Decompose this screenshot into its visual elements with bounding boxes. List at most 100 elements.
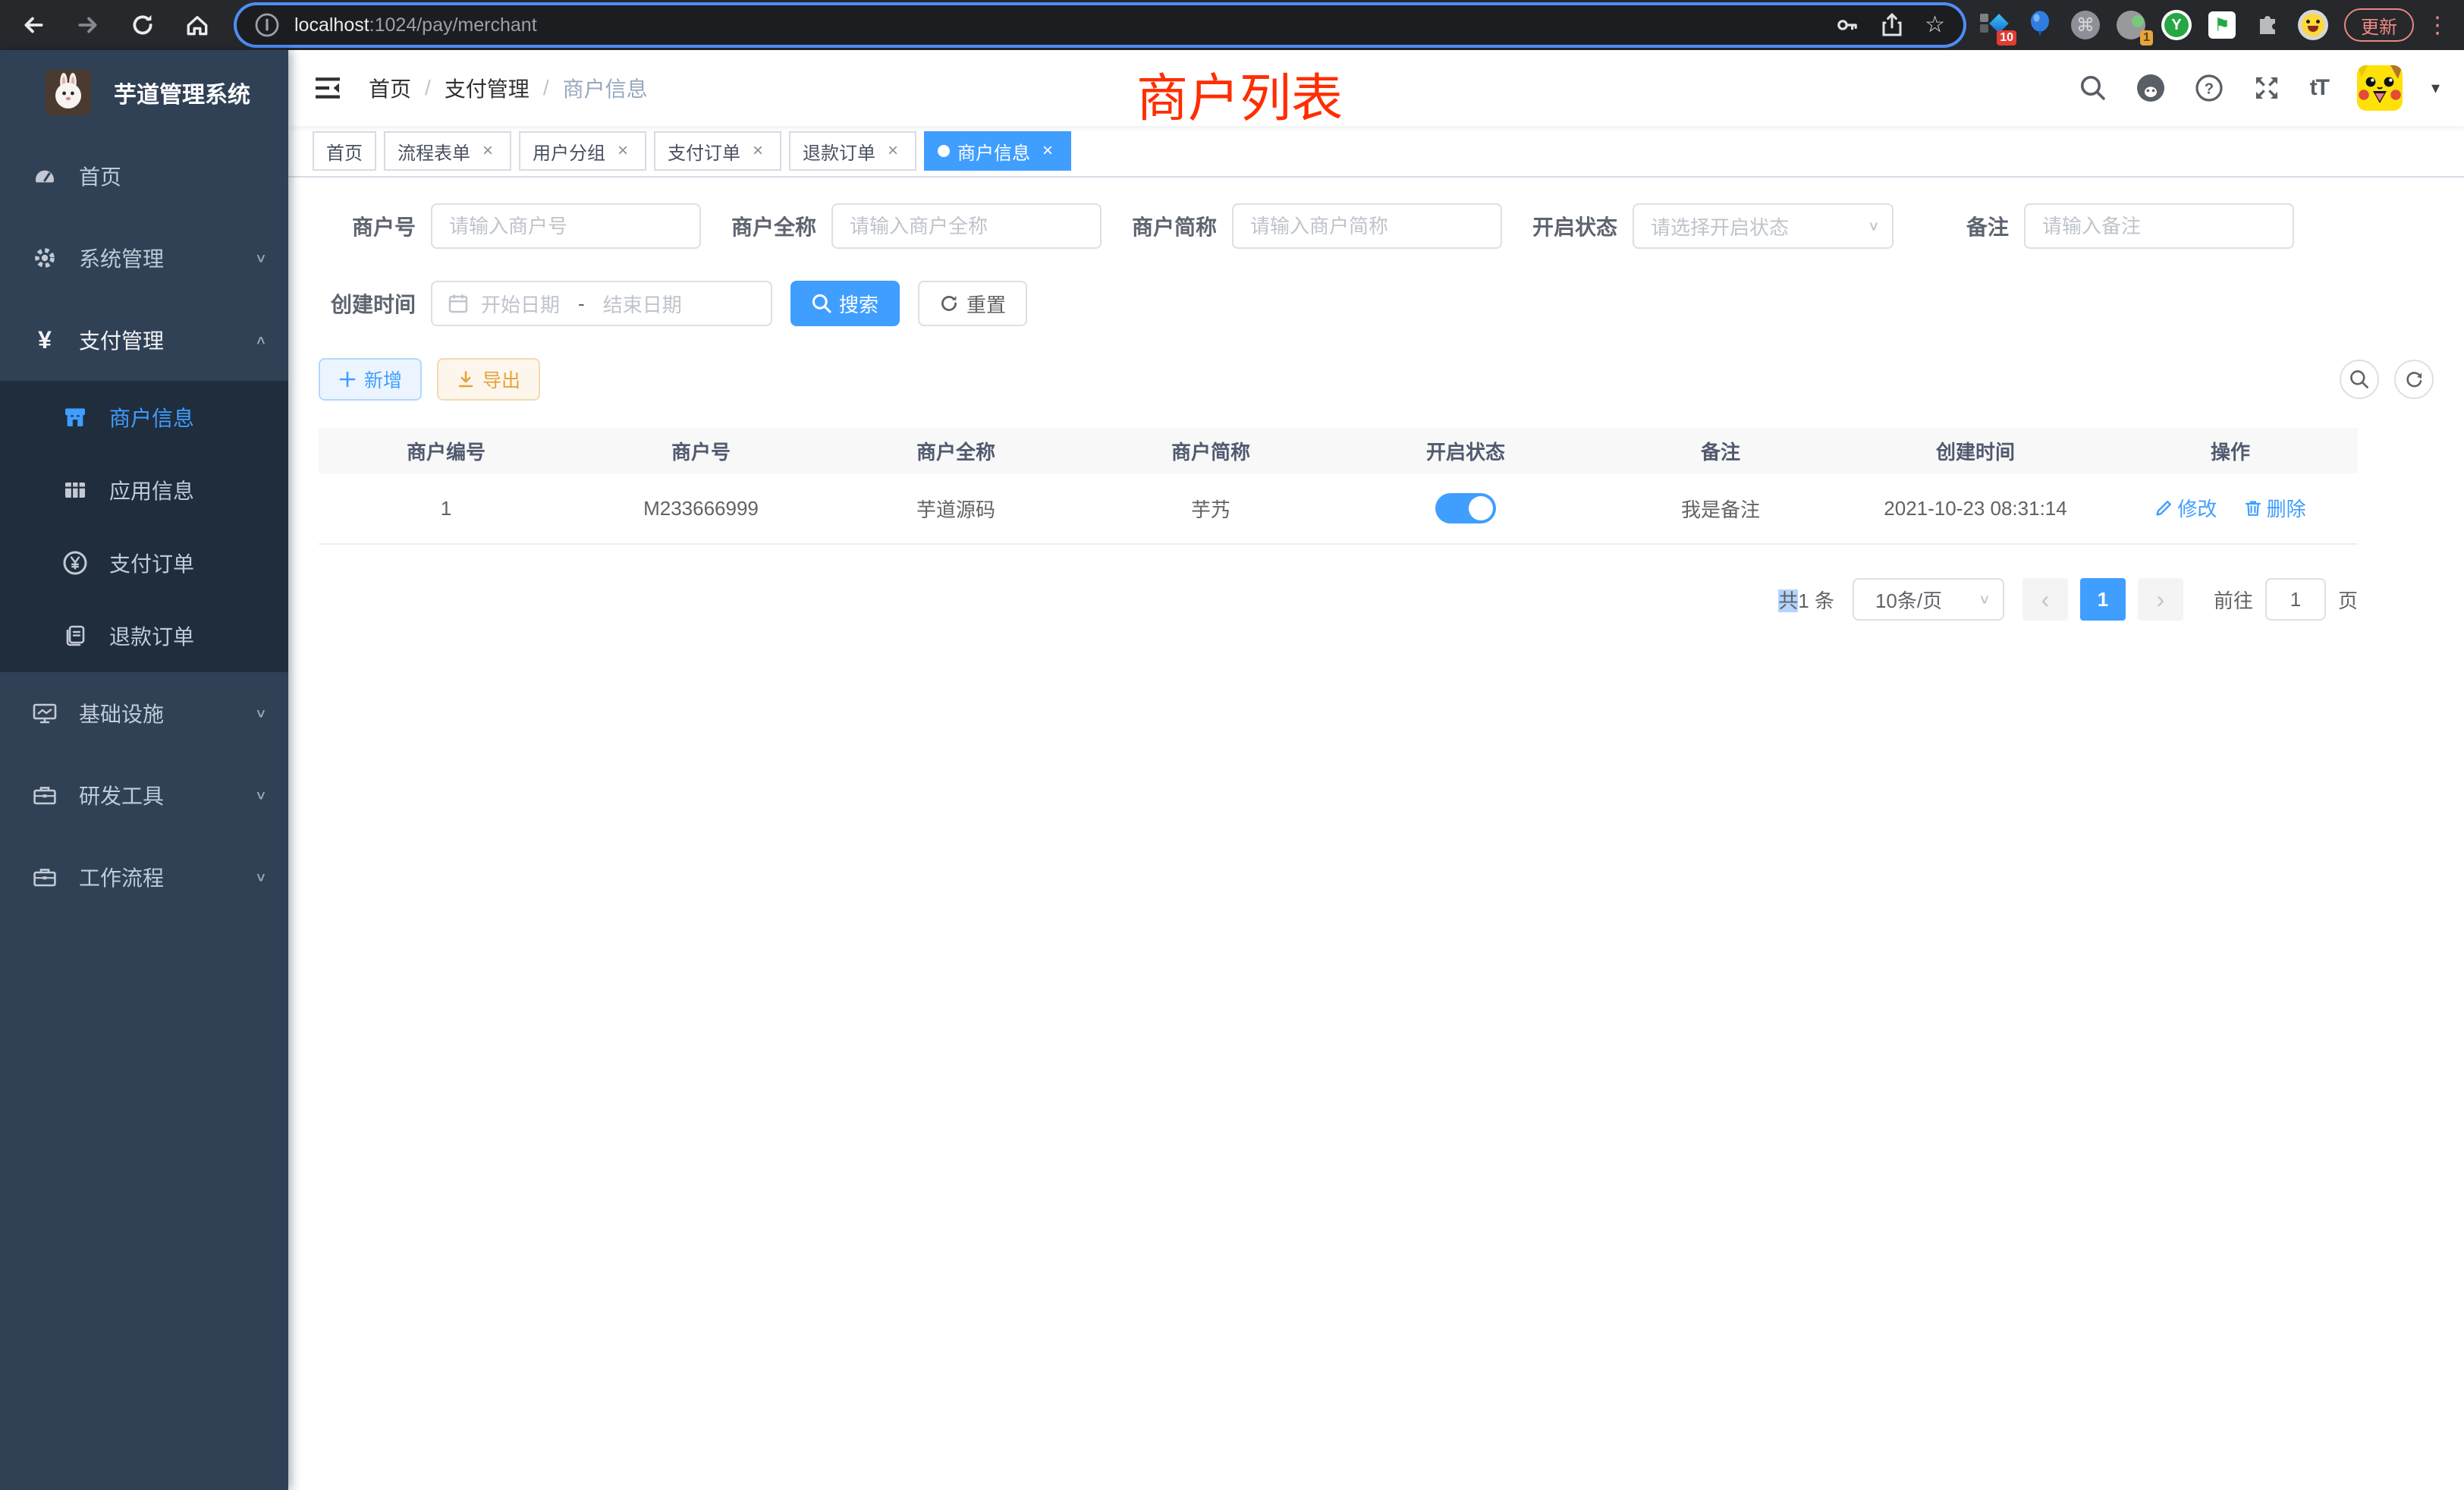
tab-user-group[interactable]: 用户分组× bbox=[519, 131, 646, 171]
sidebar-item-dev-tools[interactable]: 研发工具 ∨ bbox=[0, 754, 288, 836]
extension-icons: 10 ⌘ 1 Y ⚑ bbox=[1978, 9, 2329, 41]
url-bar[interactable]: localhost:1024/pay/merchant ☆ bbox=[237, 5, 1963, 45]
sidebar-item-workflow[interactable]: 工作流程 ∨ bbox=[0, 836, 288, 918]
sidebar-item-app-info[interactable]: 应用信息 bbox=[0, 454, 288, 527]
extension-flag-icon[interactable]: ⚑ bbox=[2206, 9, 2238, 41]
breadcrumb-separator: / bbox=[425, 76, 431, 100]
next-page-button[interactable]: › bbox=[2138, 578, 2183, 621]
create-time-label: 创建时间 bbox=[319, 288, 416, 319]
chevron-down-icon: ∨ bbox=[1868, 218, 1880, 234]
yen-icon: ¥ bbox=[32, 326, 58, 354]
prev-page-button[interactable]: ‹ bbox=[2022, 578, 2068, 621]
status-select[interactable]: 请选择开启状态∨ bbox=[1633, 203, 1894, 249]
browser-menu-icon[interactable]: ⋮ bbox=[2426, 12, 2449, 39]
extension-puzzle-icon[interactable] bbox=[2252, 9, 2283, 41]
sidebar-item-pay-order[interactable]: 支付订单 bbox=[0, 527, 288, 599]
breadcrumb-home[interactable]: 首页 bbox=[369, 73, 411, 103]
svg-text:?: ? bbox=[2205, 80, 2214, 97]
status-label: 开启状态 bbox=[1520, 211, 1617, 241]
edit-icon bbox=[2154, 499, 2173, 517]
page-size-select[interactable]: 10条/页∨ bbox=[1853, 578, 2004, 621]
user-avatar[interactable] bbox=[2357, 65, 2403, 111]
refresh-icon bbox=[2404, 369, 2424, 389]
extension-diamond-icon[interactable]: 10 bbox=[1978, 9, 2010, 41]
remark-input[interactable] bbox=[2024, 203, 2294, 249]
search-button[interactable]: 搜索 bbox=[790, 281, 900, 326]
edit-link[interactable]: 修改 bbox=[2154, 494, 2217, 522]
merchant-short-input[interactable] bbox=[1232, 203, 1502, 249]
sidebar-collapse-icon[interactable] bbox=[313, 74, 343, 102]
app-logo-row[interactable]: 芋道管理系统 bbox=[0, 50, 288, 135]
font-size-icon[interactable]: tT bbox=[2310, 75, 2328, 101]
merchant-name-input[interactable] bbox=[831, 203, 1102, 249]
page-word: 页 bbox=[2338, 586, 2358, 614]
browser-forward-icon[interactable] bbox=[70, 7, 106, 43]
toolbox-icon bbox=[32, 865, 58, 889]
refresh-icon bbox=[939, 294, 959, 313]
create-time-range-picker[interactable]: 开始日期 - 结束日期 bbox=[431, 281, 772, 326]
refresh-table-button[interactable] bbox=[2394, 360, 2434, 399]
tab-pay-order[interactable]: 支付订单× bbox=[654, 131, 781, 171]
site-info-icon[interactable] bbox=[255, 13, 279, 37]
merchant-short-label: 商户简称 bbox=[1120, 211, 1217, 241]
tab-refund-order[interactable]: 退款订单× bbox=[789, 131, 916, 171]
sidebar-item-pay[interactable]: ¥ 支付管理 ∧ bbox=[0, 299, 288, 381]
reset-button[interactable]: 重置 bbox=[918, 281, 1027, 326]
delete-link[interactable]: 删除 bbox=[2244, 494, 2306, 522]
extension-command-icon[interactable]: ⌘ bbox=[2070, 9, 2101, 41]
password-key-icon[interactable] bbox=[1835, 13, 1859, 37]
pagination: 共1 条 10条/页∨ ‹ 1 › 前往 页 bbox=[319, 578, 2358, 621]
close-icon[interactable]: × bbox=[478, 140, 498, 162]
page-content: 商户号 商户全称 商户简称 开启状态 请选择开启状态∨ bbox=[288, 178, 2464, 1490]
goto-page-input[interactable] bbox=[2265, 578, 2326, 621]
browser-reload-icon[interactable] bbox=[124, 7, 161, 43]
bookmark-star-icon[interactable]: ☆ bbox=[1925, 14, 1945, 36]
pay-submenu: 商户信息 应用信息 支付订单 bbox=[0, 381, 288, 672]
chevron-down-icon: ∨ bbox=[255, 250, 267, 266]
avatar-caret-icon[interactable]: ▾ bbox=[2431, 78, 2440, 98]
header-search-icon[interactable] bbox=[2079, 74, 2107, 102]
tab-home[interactable]: 首页 bbox=[313, 131, 376, 171]
close-icon[interactable]: × bbox=[1038, 140, 1058, 162]
close-icon[interactable]: × bbox=[613, 140, 633, 162]
close-icon[interactable]: × bbox=[883, 140, 903, 162]
sidebar-item-home[interactable]: 首页 bbox=[0, 135, 288, 217]
browser-back-icon[interactable] bbox=[15, 7, 52, 43]
chevron-down-icon: ∨ bbox=[255, 706, 267, 721]
help-icon[interactable]: ? bbox=[2195, 74, 2224, 102]
navbar: 首页 / 支付管理 / 商户信息 ? bbox=[288, 50, 2464, 126]
tab-process-form[interactable]: 流程表单× bbox=[384, 131, 511, 171]
status-toggle[interactable] bbox=[1435, 493, 1496, 523]
browser-home-icon[interactable] bbox=[179, 7, 215, 43]
page-number-1[interactable]: 1 bbox=[2080, 578, 2126, 621]
date-separator: - bbox=[578, 292, 585, 316]
show-search-toggle-button[interactable] bbox=[2340, 360, 2379, 399]
add-button[interactable]: 新增 bbox=[319, 358, 422, 401]
main-area: 首页 / 支付管理 / 商户信息 ? bbox=[288, 50, 2464, 1490]
chevron-down-icon: ∨ bbox=[255, 787, 267, 803]
export-button[interactable]: 导出 bbox=[437, 358, 540, 401]
breadcrumb-pay[interactable]: 支付管理 bbox=[445, 73, 530, 103]
sidebar-item-refund-order[interactable]: 退款订单 bbox=[0, 599, 288, 672]
extension-balloon-icon[interactable] bbox=[2024, 9, 2056, 41]
goto-label: 前往 bbox=[2214, 586, 2253, 614]
tab-merchant-info[interactable]: 商户信息× bbox=[924, 131, 1071, 171]
share-icon[interactable] bbox=[1881, 13, 1903, 37]
browser-update-button[interactable]: 更新 bbox=[2344, 8, 2414, 42]
url-text: localhost:1024/pay/merchant bbox=[294, 14, 537, 36]
sidebar: 芋道管理系统 首页 系统管理 ∨ ¥ 支付管理 ∧ bbox=[0, 50, 288, 1490]
merchant-no-input[interactable] bbox=[431, 203, 701, 249]
yen-circle-icon bbox=[62, 550, 88, 576]
sidebar-item-merchant-info[interactable]: 商户信息 bbox=[0, 381, 288, 454]
extension-emoji-icon[interactable] bbox=[2297, 9, 2329, 41]
github-icon[interactable] bbox=[2136, 73, 2166, 103]
extension-y-icon[interactable]: Y bbox=[2161, 9, 2192, 41]
breadcrumb-separator: / bbox=[543, 76, 549, 100]
sidebar-item-system[interactable]: 系统管理 ∨ bbox=[0, 217, 288, 299]
close-icon[interactable]: × bbox=[748, 140, 768, 162]
monitor-icon bbox=[32, 701, 58, 725]
fullscreen-icon[interactable] bbox=[2252, 74, 2281, 102]
cell-full-name: 芋道源码 bbox=[828, 495, 1083, 523]
extension-proxy-icon[interactable]: 1 bbox=[2115, 9, 2147, 41]
sidebar-item-infra[interactable]: 基础设施 ∨ bbox=[0, 672, 288, 754]
